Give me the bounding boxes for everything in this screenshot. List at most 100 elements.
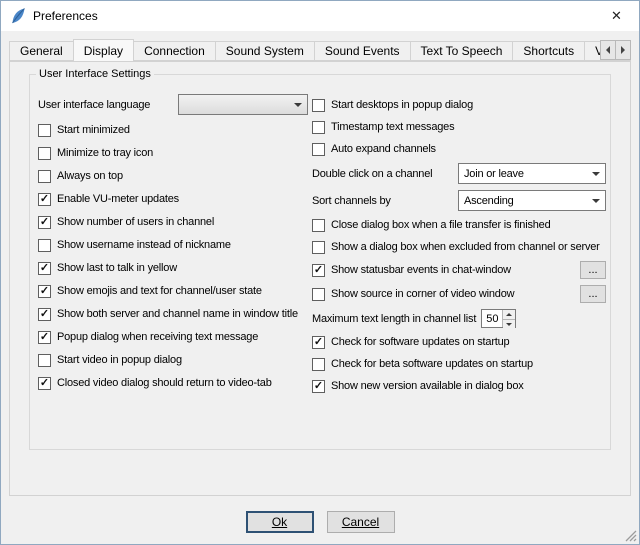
chevron-down-icon (289, 96, 306, 113)
checkbox-label: Popup dialog when receiving text message (57, 331, 258, 343)
checkbox-always-on-top[interactable]: Always on top (38, 168, 308, 184)
checkbox-show-last-to-talk[interactable]: ✓ Show last to talk in yellow (38, 260, 308, 276)
checkbox-minimize-to-tray-icon[interactable]: Minimize to tray icon (38, 145, 308, 161)
close-button[interactable]: ✕ (594, 1, 639, 31)
checkbox-icon[interactable]: ✓ (312, 264, 325, 277)
checkbox-closed-video-return-video-tab[interactable]: ✓ Closed video dialog should return to v… (38, 375, 308, 391)
checkbox-popup-dialog-text-message[interactable]: ✓ Popup dialog when receiving text messa… (38, 329, 308, 345)
tab-connection[interactable]: Connection (133, 41, 216, 61)
tab-text-to-speech[interactable]: Text To Speech (410, 41, 514, 61)
spin-up-button[interactable] (503, 310, 515, 320)
tab-display[interactable]: Display (73, 39, 134, 61)
title-bar[interactable]: Preferences ✕ (1, 1, 639, 31)
video-source-row: Show source in corner of video window ..… (312, 285, 606, 303)
checkbox-icon: ✓ (38, 262, 51, 275)
left-column: User interface language Start minimized … (38, 94, 308, 391)
video-source-more-button[interactable]: ... (580, 285, 606, 303)
spin-down-button[interactable] (503, 320, 515, 329)
chevron-down-icon (587, 192, 604, 209)
down-arrow-icon (506, 323, 512, 329)
ok-button[interactable]: Ok (246, 511, 314, 533)
tab-shortcuts[interactable]: Shortcuts (512, 41, 585, 61)
checkbox-icon: ✓ (38, 377, 51, 390)
checkbox-label: Closed video dialog should return to vid… (57, 377, 272, 389)
max-text-length-label: Maximum text length in channel list (312, 313, 476, 325)
checkbox-label: Show emojis and text for channel/user st… (57, 285, 262, 297)
checkbox-show-username-instead-of-nickname[interactable]: Show username instead of nickname (38, 237, 308, 253)
checkbox-label: Timestamp text messages (331, 121, 454, 133)
checkbox-show-new-version-dialog[interactable]: ✓ Show new version available in dialog b… (312, 378, 606, 394)
app-icon (9, 7, 27, 25)
checkbox-show-server-and-channel-in-title[interactable]: ✓ Show both server and channel name in w… (38, 306, 308, 322)
group-user-interface-settings: User Interface Settings User interface l… (29, 68, 611, 450)
checkbox-check-beta-updates-startup[interactable]: Check for beta software updates on start… (312, 356, 606, 372)
checkbox-icon[interactable] (312, 288, 325, 301)
checkbox-label: Start desktops in popup dialog (331, 99, 473, 111)
checkbox-show-number-of-users[interactable]: ✓ Show number of users in channel (38, 214, 308, 230)
spinner-buttons (502, 310, 515, 327)
window-title: Preferences (33, 9, 98, 23)
checkbox-icon (312, 358, 325, 371)
cancel-button[interactable]: Cancel (327, 511, 395, 533)
language-combobox[interactable] (178, 94, 308, 115)
ok-button-label: Ok (272, 515, 287, 529)
tab-content-display: User Interface Settings User interface l… (9, 61, 631, 496)
checkbox-icon: ✓ (38, 308, 51, 321)
checkbox-label: Show username instead of nickname (57, 239, 231, 251)
checkbox-label: Show source in corner of video window (331, 288, 514, 300)
tab-bar: General Display Connection Sound System … (9, 38, 631, 61)
checkbox-icon (312, 143, 325, 156)
tab-scroll-right-button[interactable] (615, 40, 631, 60)
checkbox-icon: ✓ (312, 336, 325, 349)
language-row: User interface language (38, 94, 308, 115)
checkbox-icon (38, 239, 51, 252)
statusbar-events-more-button[interactable]: ... (580, 261, 606, 279)
checkbox-start-video-in-popup[interactable]: Start video in popup dialog (38, 352, 308, 368)
checkbox-start-desktops-in-popup[interactable]: Start desktops in popup dialog (312, 97, 606, 113)
tab-scroll-left-button[interactable] (600, 40, 616, 60)
checkbox-icon (312, 121, 325, 134)
sort-channels-combobox[interactable]: Ascending (458, 190, 606, 211)
checkbox-label: Check for software updates on startup (331, 336, 509, 348)
checkbox-enable-vu-meter-updates[interactable]: ✓ Enable VU-meter updates (38, 191, 308, 207)
right-column: Start desktops in popup dialog Timestamp… (312, 97, 606, 394)
checkbox-close-dialog-file-transfer[interactable]: Close dialog box when a file transfer is… (312, 217, 606, 233)
combobox-value: Ascending (464, 195, 585, 207)
double-click-on-channel-row: Double click on a channel Join or leave (312, 163, 606, 184)
tab-scroll-buttons (600, 40, 631, 60)
combobox-value: Join or leave (464, 168, 585, 180)
double-click-combobox[interactable]: Join or leave (458, 163, 606, 184)
sort-channels-label: Sort channels by (312, 195, 458, 207)
chevron-down-icon (587, 165, 604, 182)
right-arrow-icon (621, 46, 629, 54)
checkbox-icon (38, 170, 51, 183)
max-text-length-row: Maximum text length in channel list 50 (312, 309, 606, 328)
checkbox-label: Always on top (57, 170, 123, 182)
checkbox-auto-expand-channels[interactable]: Auto expand channels (312, 141, 606, 157)
checkbox-icon: ✓ (312, 380, 325, 393)
checkbox-label: Show new version available in dialog box (331, 380, 524, 392)
checkbox-check-updates-startup[interactable]: ✓ Check for software updates on startup (312, 334, 606, 350)
statusbar-events-row: ✓ Show statusbar events in chat-window .… (312, 261, 606, 279)
checkbox-start-minimized[interactable]: Start minimized (38, 122, 308, 138)
tab-sound-system[interactable]: Sound System (215, 41, 315, 61)
checkbox-label: Minimize to tray icon (57, 147, 153, 159)
checkbox-icon: ✓ (38, 285, 51, 298)
checkbox-label: Start video in popup dialog (57, 354, 182, 366)
checkbox-label: Show last to talk in yellow (57, 262, 177, 274)
max-text-length-spinner[interactable]: 50 (481, 309, 516, 328)
up-arrow-icon (506, 310, 512, 316)
checkbox-icon (312, 219, 325, 232)
language-label: User interface language (38, 99, 178, 111)
checkbox-show-emojis-and-text[interactable]: ✓ Show emojis and text for channel/user … (38, 283, 308, 299)
spinner-value: 50 (482, 310, 502, 327)
checkbox-label: Start minimized (57, 124, 130, 136)
tab-general[interactable]: General (9, 41, 74, 61)
checkbox-show-dialog-when-excluded[interactable]: Show a dialog box when excluded from cha… (312, 239, 606, 255)
checkbox-timestamp-text-messages[interactable]: Timestamp text messages (312, 119, 606, 135)
checkbox-label: Check for beta software updates on start… (331, 358, 533, 370)
tab-sound-events[interactable]: Sound Events (314, 41, 411, 61)
checkbox-label: Show both server and channel name in win… (57, 308, 298, 320)
checkbox-icon (38, 354, 51, 367)
checkbox-icon: ✓ (38, 216, 51, 229)
